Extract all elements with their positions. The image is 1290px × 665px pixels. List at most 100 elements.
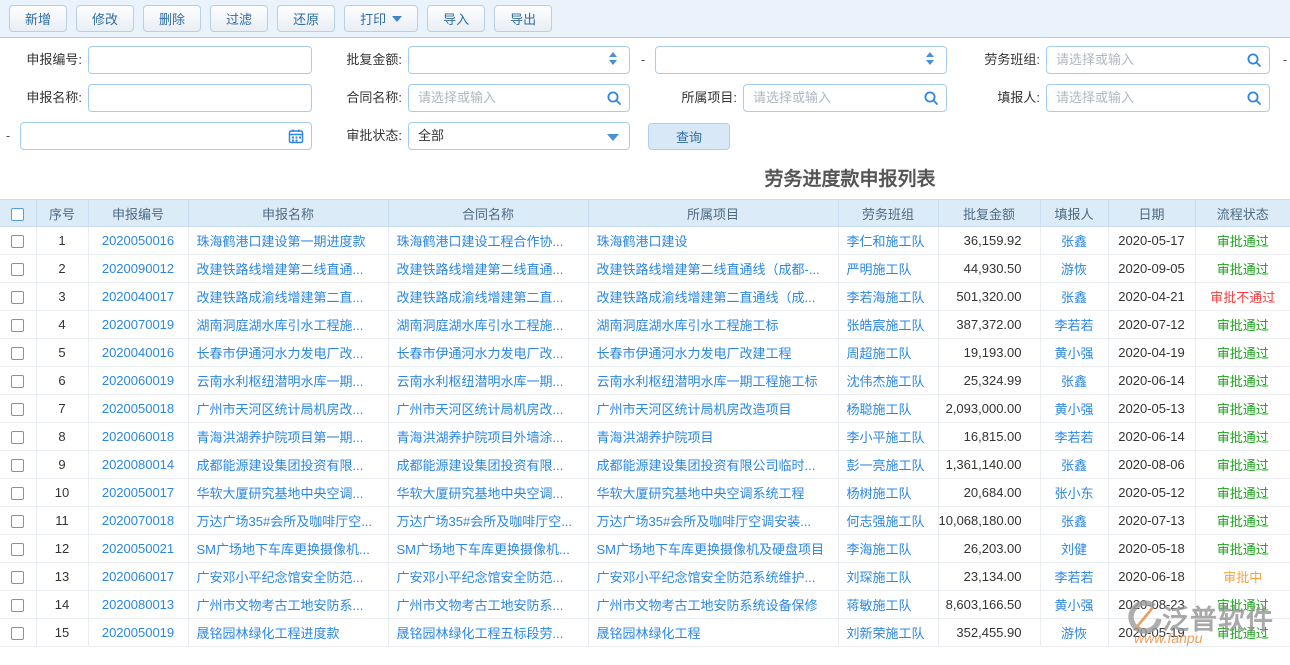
report-name-cell-text[interactable]: 改建铁路成渝线增建第二直... (197, 290, 364, 305)
report-no-cell-text[interactable]: 2020050017 (102, 485, 174, 500)
labor-team-cell-text[interactable]: 何志强施工队 (847, 514, 925, 529)
filler-cell-text[interactable]: 张鑫 (1061, 234, 1087, 249)
report-name-cell-text[interactable]: 晟铭园林绿化工程进度款 (197, 626, 340, 641)
labor-team-cell-text[interactable]: 张皓宸施工队 (847, 318, 925, 333)
report-name-cell-text[interactable]: SM广场地下车库更换摄像机... (197, 542, 370, 557)
contract-name-cell-text[interactable]: 广州市天河区统计局机房改... (397, 402, 564, 417)
project-cell-text[interactable]: 珠海鹤港口建设 (597, 234, 688, 249)
report-name-cell-text[interactable]: 广州市天河区统计局机房改... (197, 402, 364, 417)
contract-name-cell-text[interactable]: 晟铭园林绿化工程五标段劳... (397, 626, 564, 641)
labor-team-cell-text[interactable]: 李若海施工队 (847, 290, 925, 305)
spinner-arrows-icon[interactable] (926, 52, 934, 65)
filler-cell-text[interactable]: 李若若 (1054, 570, 1093, 585)
report-name-cell-text[interactable]: 广安邓小平纪念馆安全防范... (197, 570, 364, 585)
contract-name-cell-text[interactable]: 华软大厦研究基地中央空调... (397, 486, 564, 501)
project-cell-text[interactable]: 华软大厦研究基地中央空调系统工程 (597, 486, 805, 501)
report-no-cell-text[interactable]: 2020060019 (102, 373, 174, 388)
date-input[interactable] (20, 122, 312, 150)
filler-cell-text[interactable]: 游恢 (1061, 626, 1087, 641)
row-checkbox[interactable] (11, 599, 24, 612)
report-name-cell-text[interactable]: 广州市文物考古工地安防系... (197, 598, 364, 613)
modify-button[interactable]: 修改 (76, 5, 134, 32)
labor-team-cell-text[interactable]: 李小平施工队 (847, 430, 925, 445)
labor-team-cell-text[interactable]: 沈伟杰施工队 (847, 374, 925, 389)
row-checkbox[interactable] (11, 263, 24, 276)
amount-min-input[interactable] (408, 46, 630, 74)
project-cell-text[interactable]: 万达广场35#会所及咖啡厅空调安装... (597, 514, 812, 529)
row-checkbox[interactable] (11, 571, 24, 584)
project-cell-text[interactable]: 广州市文物考古工地安防系统设备保修 (597, 598, 818, 613)
row-checkbox[interactable] (11, 543, 24, 556)
search-icon[interactable] (606, 90, 622, 106)
report-no-cell-text[interactable]: 2020070018 (102, 513, 174, 528)
project-cell-text[interactable]: 晟铭园林绿化工程 (597, 626, 701, 641)
filler-cell-text[interactable]: 李若若 (1054, 318, 1093, 333)
report-no-cell-text[interactable]: 2020070019 (102, 317, 174, 332)
project-cell-text[interactable]: 长春市伊通河水力发电厂改建工程 (597, 346, 792, 361)
search-icon[interactable] (1246, 52, 1262, 68)
labor-team-cell-text[interactable]: 刘新荣施工队 (847, 626, 925, 641)
report-no-cell-text[interactable]: 2020040016 (102, 345, 174, 360)
report-no-cell-text[interactable]: 2020050018 (102, 401, 174, 416)
row-checkbox[interactable] (11, 319, 24, 332)
row-checkbox[interactable] (11, 235, 24, 248)
report-no-input[interactable] (88, 46, 312, 74)
row-checkbox[interactable] (11, 627, 24, 640)
row-checkbox[interactable] (11, 291, 24, 304)
delete-button[interactable]: 删除 (143, 5, 201, 32)
spinner-arrows-icon[interactable] (609, 52, 617, 65)
row-checkbox[interactable] (11, 375, 24, 388)
labor-team-cell-text[interactable]: 严明施工队 (847, 262, 912, 277)
search-icon[interactable] (1246, 90, 1262, 106)
filter-button[interactable]: 过滤 (210, 5, 268, 32)
contract-name-cell-text[interactable]: 青海洪湖养护院项目外墙涂... (397, 430, 564, 445)
select-all-checkbox[interactable] (11, 208, 24, 221)
labor-team-cell-text[interactable]: 杨树施工队 (847, 486, 912, 501)
contract-name-cell-text[interactable]: 改建铁路线增建第二线直通... (397, 262, 564, 277)
filler-cell-text[interactable]: 张鑫 (1061, 290, 1087, 305)
report-no-cell-text[interactable]: 2020060018 (102, 429, 174, 444)
report-name-cell-text[interactable]: 长春市伊通河水力发电厂改... (197, 346, 364, 361)
project-cell-text[interactable]: 青海洪湖养护院项目 (597, 430, 714, 445)
report-name-cell-text[interactable]: 珠海鹤港口建设第一期进度款 (197, 234, 366, 249)
approval-status-select[interactable]: 全部 (408, 122, 630, 150)
contract-name-cell-text[interactable]: SM广场地下车库更换摄像机... (397, 542, 570, 557)
project-cell-text[interactable]: 广安邓小平纪念馆安全防范系统维护... (597, 570, 816, 585)
labor-team-cell-text[interactable]: 刘琛施工队 (847, 570, 912, 585)
filler-cell-text[interactable]: 张鑫 (1061, 514, 1087, 529)
filler-cell-text[interactable]: 刘健 (1061, 542, 1087, 557)
labor-team-cell-text[interactable]: 杨聪施工队 (847, 402, 912, 417)
filler-input[interactable]: 请选择或输入 (1046, 84, 1270, 112)
contract-name-cell-text[interactable]: 广安邓小平纪念馆安全防范... (397, 570, 564, 585)
report-no-cell-text[interactable]: 2020040017 (102, 289, 174, 304)
report-no-cell-text[interactable]: 2020090012 (102, 261, 174, 276)
report-name-cell-text[interactable]: 华软大厦研究基地中央空调... (197, 486, 364, 501)
row-checkbox[interactable] (11, 403, 24, 416)
contract-name-cell-text[interactable]: 广州市文物考古工地安防系... (397, 598, 564, 613)
project-cell-text[interactable]: SM广场地下车库更换摄像机及硬盘项目 (597, 542, 825, 557)
report-name-cell-text[interactable]: 青海洪湖养护院项目第一期... (197, 430, 364, 445)
project-input[interactable]: 请选择或输入 (743, 84, 947, 112)
filler-cell-text[interactable]: 游恢 (1061, 262, 1087, 277)
print-button[interactable]: 打印 (344, 5, 418, 32)
restore-button[interactable]: 还原 (277, 5, 335, 32)
report-name-cell-text[interactable]: 云南水利枢纽潜明水库一期... (197, 374, 364, 389)
labor-team-input[interactable]: 请选择或输入 (1046, 46, 1270, 74)
labor-team-cell-text[interactable]: 周超施工队 (847, 346, 912, 361)
import-button[interactable]: 导入 (427, 5, 485, 32)
report-name-cell-text[interactable]: 成都能源建设集团投资有限... (197, 458, 364, 473)
report-no-cell-text[interactable]: 2020050021 (102, 541, 174, 556)
contract-name-input[interactable]: 请选择或输入 (408, 84, 630, 112)
calendar-icon[interactable] (288, 128, 304, 144)
labor-team-cell-text[interactable]: 彭一亮施工队 (847, 458, 925, 473)
row-checkbox[interactable] (11, 487, 24, 500)
labor-team-cell-text[interactable]: 李仁和施工队 (847, 234, 925, 249)
filler-cell-text[interactable]: 黄小强 (1054, 346, 1093, 361)
project-cell-text[interactable]: 广州市天河区统计局机房改造项目 (597, 402, 792, 417)
row-checkbox[interactable] (11, 347, 24, 360)
project-cell-text[interactable]: 改建铁路成渝线增建第二直通线（成... (597, 290, 816, 305)
labor-team-cell-text[interactable]: 李海施工队 (847, 542, 912, 557)
report-no-cell-text[interactable]: 2020080013 (102, 597, 174, 612)
report-no-cell-text[interactable]: 2020050019 (102, 625, 174, 640)
report-name-cell-text[interactable]: 改建铁路线增建第二线直通... (197, 262, 364, 277)
